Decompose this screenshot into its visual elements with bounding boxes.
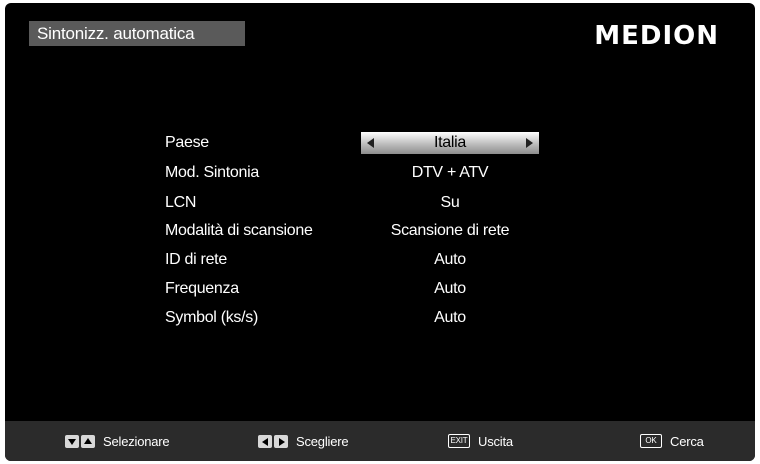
menu-row-mod-sintonia[interactable]: Mod. Sintonia DTV + ATV bbox=[5, 160, 755, 186]
menu-label: Paese bbox=[165, 134, 209, 151]
right-arrow-icon[interactable] bbox=[526, 138, 533, 148]
menu-row-modalita-scansione[interactable]: Modalità di scansione Scansione di rete bbox=[5, 218, 755, 244]
ok-key-icon: OK bbox=[640, 434, 662, 448]
menu-value: Su bbox=[440, 194, 460, 211]
menu-row-id-di-rete[interactable]: ID di rete Auto bbox=[5, 247, 755, 273]
menu-value: Auto bbox=[434, 280, 466, 297]
up-arrow-icon bbox=[81, 434, 95, 448]
hint-exit[interactable]: EXIT Uscita bbox=[448, 421, 513, 461]
menu-value: DTV + ATV bbox=[411, 164, 489, 181]
hint-label: Uscita bbox=[478, 433, 513, 449]
exit-key-icon: EXIT bbox=[448, 434, 470, 448]
menu-row-paese[interactable]: Paese Italia bbox=[5, 130, 755, 156]
hint-choose[interactable]: Scegliere bbox=[258, 421, 349, 461]
hint-search[interactable]: OK Cerca bbox=[640, 421, 704, 461]
hint-label: Scegliere bbox=[296, 433, 349, 449]
right-arrow-icon bbox=[274, 434, 288, 448]
menu-label: Symbol (ks/s) bbox=[165, 309, 258, 326]
hint-label: Cerca bbox=[670, 433, 704, 449]
menu-label: LCN bbox=[165, 194, 197, 211]
menu-row-symbol[interactable]: Symbol (ks/s) Auto bbox=[5, 305, 755, 331]
menu-label: Frequenza bbox=[165, 280, 239, 297]
left-arrow-icon bbox=[258, 434, 272, 448]
menu-value: Scansione di rete bbox=[390, 222, 510, 239]
hint-select[interactable]: Selezionare bbox=[65, 421, 170, 461]
menu-row-frequenza[interactable]: Frequenza Auto bbox=[5, 276, 755, 302]
hint-label: Selezionare bbox=[103, 433, 170, 449]
menu-value: Italia bbox=[434, 134, 466, 151]
menu-label: ID di rete bbox=[165, 251, 227, 268]
footer-hint-bar: Selezionare Scegliere EXIT Uscita OK Cer… bbox=[5, 421, 755, 461]
left-arrow-icon[interactable] bbox=[367, 138, 374, 148]
menu-row-lcn[interactable]: LCN Su bbox=[5, 190, 755, 216]
menu-value: Auto bbox=[434, 251, 466, 268]
menu-label: Modalità di scansione bbox=[165, 222, 313, 239]
menu-value: Auto bbox=[434, 309, 466, 326]
country-selector[interactable]: Italia bbox=[361, 132, 539, 154]
down-arrow-icon bbox=[65, 434, 79, 448]
auto-tuning-menu: Paese Italia Mod. Sintonia DTV + ATV LCN… bbox=[5, 3, 755, 461]
tv-screen: Sintonizz. automatica MEDION Paese Itali… bbox=[5, 3, 755, 461]
menu-label: Mod. Sintonia bbox=[165, 164, 259, 181]
